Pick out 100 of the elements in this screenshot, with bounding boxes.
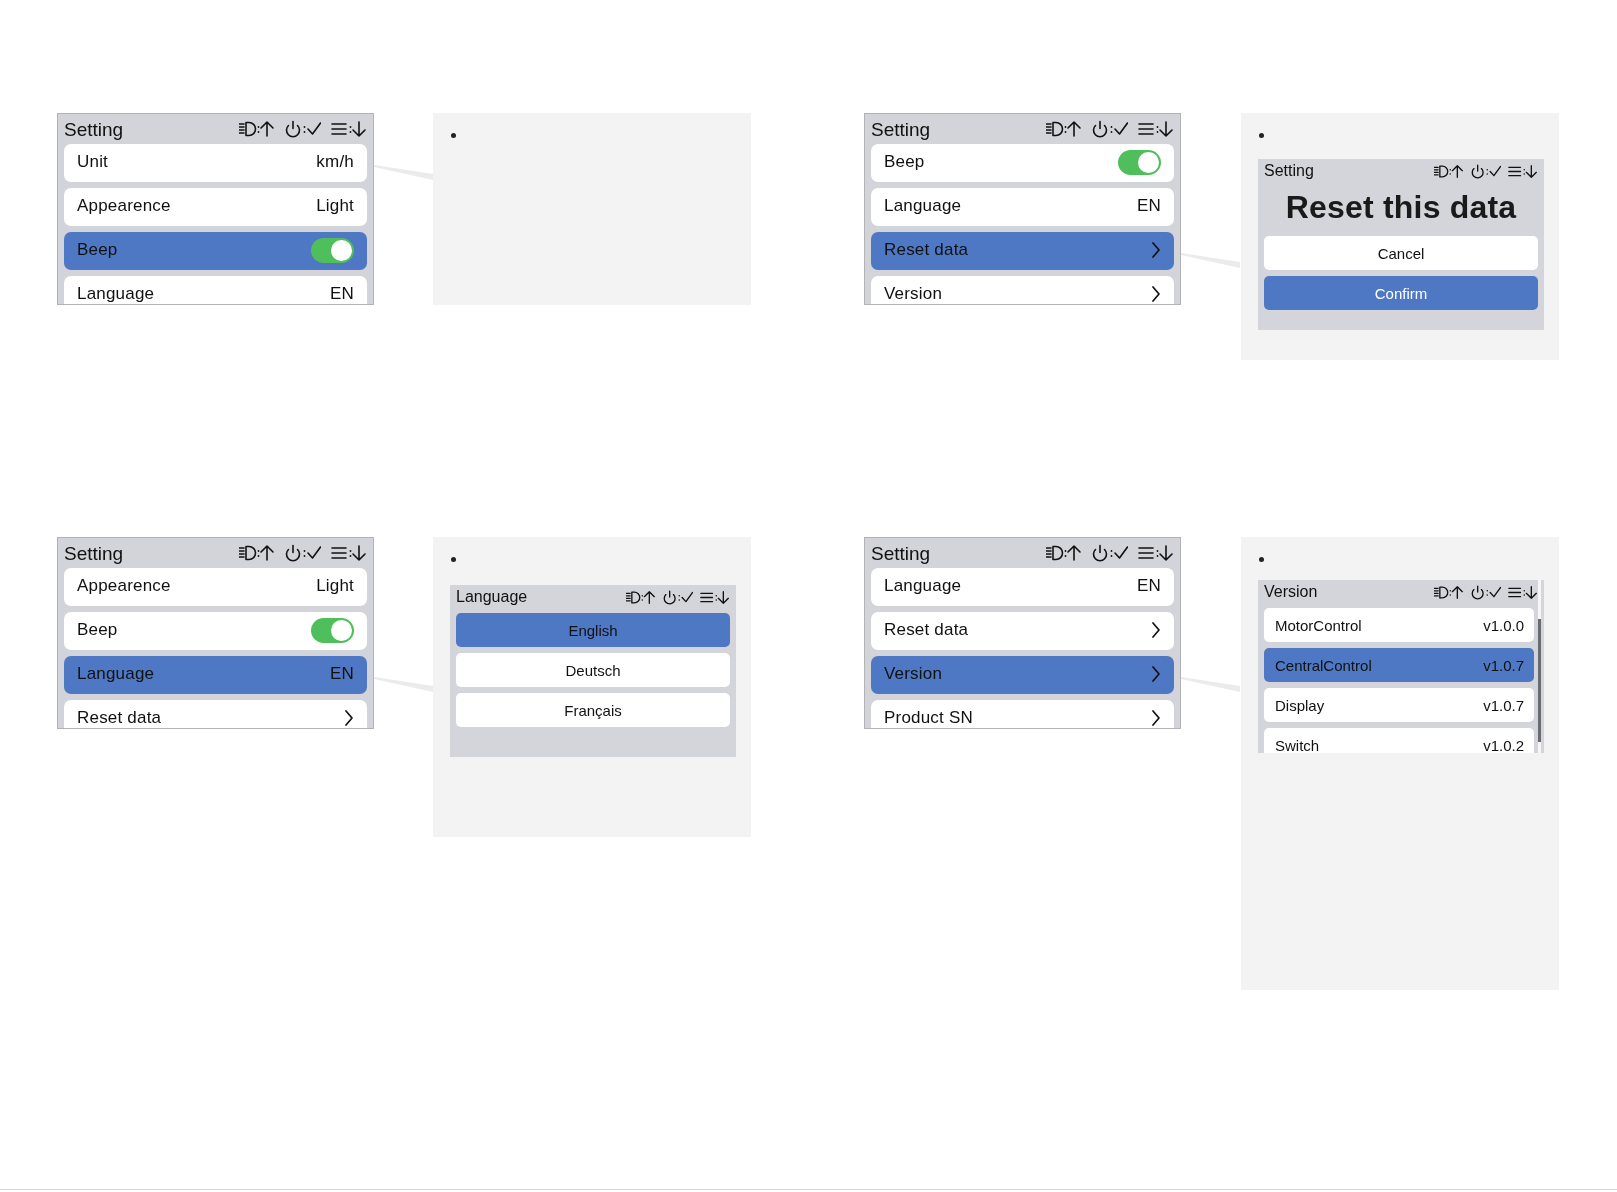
screen-title: Setting: [1264, 163, 1314, 179]
row-label: Display: [1275, 696, 1325, 714]
language-option[interactable]: Français: [456, 693, 730, 727]
row-label: Reset data: [77, 708, 162, 728]
row-label: CentralControl: [1275, 656, 1372, 674]
bullet-dot: [451, 557, 456, 562]
menu-down-icon: [1508, 163, 1538, 179]
menu-row[interactable]: Appearence Light: [64, 188, 367, 226]
menu-row[interactable]: Appearence Light: [64, 568, 367, 606]
firmware-row[interactable]: Display v1.0.7: [1264, 688, 1534, 722]
chevron-icon: [344, 709, 354, 727]
screen-title: Version: [1264, 584, 1318, 600]
row-value: Light: [316, 196, 354, 216]
row-value: EN: [329, 284, 354, 304]
leader-line: [1181, 677, 1240, 692]
power-check-icon: [663, 589, 693, 605]
power-check-icon: [1471, 163, 1501, 179]
firmware-row[interactable]: CentralControl v1.0.7: [1264, 648, 1534, 682]
row-label: Appearence: [77, 196, 171, 216]
menu-row[interactable]: Version: [871, 656, 1174, 694]
row-value: km/h: [316, 152, 354, 172]
chevron-icon: [1151, 285, 1161, 303]
menu-row[interactable]: Language EN: [871, 568, 1174, 606]
row-label: Beep: [884, 152, 925, 172]
menu-row[interactable]: Language EN: [64, 276, 367, 304]
screen-title: Setting: [64, 119, 124, 139]
bullet-dot: [1259, 133, 1264, 138]
dialog-heading: Reset this data: [1284, 189, 1518, 226]
row-label: Switch: [1275, 736, 1320, 753]
chevron-icon: [1151, 709, 1161, 727]
bullet-dot: [451, 133, 456, 138]
row-value: EN: [329, 664, 354, 684]
power-check-icon: [1092, 544, 1128, 562]
row-label: Language: [77, 284, 155, 304]
row-label: Reset data: [884, 620, 969, 640]
chevron-icon: [1151, 665, 1161, 683]
menu-row[interactable]: Beep: [871, 144, 1174, 182]
menu-row[interactable]: Reset data: [871, 612, 1174, 650]
row-value: v1.0.0: [1483, 616, 1524, 634]
toggle-switch[interactable]: [311, 617, 354, 643]
row-label: Unit: [77, 152, 109, 172]
row-value: EN: [1136, 196, 1161, 216]
leader-line: [374, 165, 433, 180]
toggle-switch[interactable]: [1118, 149, 1161, 175]
menu-down-icon: [331, 120, 367, 138]
headlight-up-icon: [239, 120, 275, 138]
firmware-row[interactable]: Switch v1.0.2: [1264, 728, 1534, 753]
row-label: Reset data: [884, 240, 969, 260]
bullet-dot: [1259, 557, 1264, 562]
menu-row[interactable]: Language EN: [871, 188, 1174, 226]
row-label: Appearence: [77, 576, 171, 596]
row-label: Language: [884, 576, 962, 596]
language-option[interactable]: Deutsch: [456, 653, 730, 687]
menu-down-icon: [700, 589, 730, 605]
screen-title: Setting: [871, 543, 931, 563]
menu-down-icon: [1508, 584, 1538, 600]
menu-down-icon: [1138, 120, 1174, 138]
power-check-icon: [1092, 120, 1128, 138]
row-label: Beep: [77, 620, 118, 640]
power-check-icon: [1471, 584, 1501, 600]
row-value: v1.0.2: [1483, 736, 1524, 753]
headlight-up-icon: [626, 589, 656, 605]
menu-row[interactable]: Reset data: [64, 700, 367, 728]
menu-row[interactable]: Beep: [64, 232, 367, 270]
language-option[interactable]: English: [456, 613, 730, 647]
headlight-up-icon: [1434, 163, 1464, 179]
row-label: Language: [884, 196, 962, 216]
row-label: Version: [884, 284, 943, 304]
screen-title: Setting: [64, 543, 124, 563]
row-label: Product SN: [884, 708, 973, 728]
headlight-up-icon: [1434, 584, 1464, 600]
menu-row[interactable]: Language EN: [64, 656, 367, 694]
menu-row[interactable]: Unit km/h: [64, 144, 367, 182]
headlight-up-icon: [239, 544, 275, 562]
row-value: EN: [1136, 576, 1161, 596]
menu-row[interactable]: Version: [871, 276, 1174, 304]
row-label: Language: [77, 664, 155, 684]
firmware-row[interactable]: MotorControl v1.0.0: [1264, 608, 1534, 642]
headlight-up-icon: [1046, 120, 1082, 138]
power-check-icon: [285, 120, 321, 138]
chevron-icon: [1151, 241, 1161, 259]
screen-title: Language: [456, 589, 528, 605]
leader-line: [374, 677, 433, 692]
power-check-icon: [285, 544, 321, 562]
menu-down-icon: [1138, 544, 1174, 562]
row-label: MotorControl: [1275, 616, 1362, 634]
menu-row[interactable]: Reset data: [871, 232, 1174, 270]
toggle-switch[interactable]: [311, 237, 354, 263]
row-value: Light: [316, 576, 354, 596]
row-label: Beep: [77, 240, 118, 260]
chevron-icon: [1151, 621, 1161, 639]
dialog-button[interactable]: Cancel: [1264, 236, 1538, 270]
scrollbar[interactable]: [1538, 619, 1541, 742]
menu-row[interactable]: Product SN: [871, 700, 1174, 728]
menu-row[interactable]: Beep: [64, 612, 367, 650]
dialog-button[interactable]: Confirm: [1264, 276, 1538, 310]
screen-title: Setting: [871, 119, 931, 139]
headlight-up-icon: [1046, 544, 1082, 562]
menu-down-icon: [331, 544, 367, 562]
row-value: v1.0.7: [1483, 696, 1524, 714]
